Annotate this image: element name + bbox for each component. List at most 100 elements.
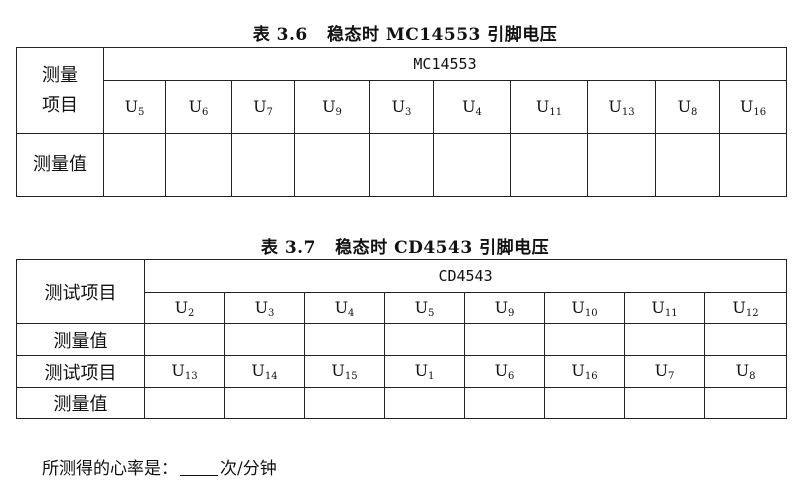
pin-header-row: U5 U6 U7 U9 U3 U4 U11 U13 U8 U16: [17, 80, 787, 134]
heart-rate-blank[interactable]: [180, 459, 218, 476]
value-cell[interactable]: [544, 387, 625, 419]
table-3-7-caption: 表 3.7 稳态时 CD4543 引脚电压: [260, 238, 550, 258]
pin-letter: U: [732, 297, 746, 317]
value-cell[interactable]: [703, 387, 788, 419]
pin-letter: U: [654, 361, 669, 380]
value-cell[interactable]: [384, 323, 465, 356]
value-row: 测量值: [16, 323, 788, 356]
pin-letter: U: [254, 297, 269, 317]
pin-number: 16: [753, 106, 767, 118]
pin-letter: U: [331, 361, 345, 380]
pin-label: U16: [719, 80, 787, 134]
pin-number: 3: [268, 307, 275, 319]
value-cell[interactable]: [464, 323, 545, 356]
pin-number: 8: [749, 371, 756, 382]
pin-number: 5: [428, 307, 435, 319]
value-cell[interactable]: [369, 133, 434, 197]
pin-letter: U: [571, 297, 585, 317]
pin-letter: U: [188, 96, 203, 116]
heart-rate-line: 所测得的心率是： 次/分钟: [42, 454, 277, 479]
pin-letter: U: [535, 96, 550, 116]
pin-label: U9: [464, 292, 545, 324]
pin-label: U8: [655, 80, 720, 134]
value-cell[interactable]: [165, 133, 232, 197]
pin-number: 11: [549, 106, 563, 118]
pin-label: U10: [544, 292, 625, 324]
value-cell[interactable]: [719, 133, 787, 197]
pin-letter: U: [391, 96, 406, 116]
pin-label: U11: [510, 80, 588, 134]
pin-label: U4: [433, 80, 511, 134]
measured-value-label: 测量值: [16, 133, 104, 197]
pin-letter: U: [494, 361, 509, 380]
pin-number: 16: [584, 371, 598, 382]
table-3-6-caption: 表 3.6 稳态时 MC14553 引脚电压: [252, 25, 558, 45]
measure-item-label-line1: 测量: [42, 64, 78, 86]
value-cell[interactable]: [224, 323, 305, 356]
value-cell[interactable]: [231, 133, 295, 197]
value-cell[interactable]: [624, 323, 705, 356]
pin-letter: U: [414, 361, 429, 380]
pin-number: 13: [184, 371, 198, 382]
pin-label: U3: [369, 80, 434, 134]
pin-number: 9: [508, 307, 515, 319]
measure-item-label: 测量 项目: [16, 47, 104, 134]
test-item-label: 测试项目: [16, 259, 145, 324]
pin-label: U13: [144, 355, 225, 388]
value-cell[interactable]: [624, 387, 705, 419]
pin-label: U5: [103, 80, 166, 134]
value-cell[interactable]: [304, 387, 385, 419]
pin-letter: U: [334, 297, 349, 317]
pin-number: 15: [344, 371, 358, 382]
pin-label: U5: [384, 292, 465, 324]
pin-letter: U: [174, 297, 189, 317]
value-cell[interactable]: [655, 133, 720, 197]
value-cell[interactable]: [144, 387, 225, 419]
pin-number: 6: [508, 371, 515, 382]
value-cell[interactable]: [510, 133, 588, 197]
pin-letter: U: [124, 96, 139, 116]
pin-label: U16: [544, 355, 625, 388]
pin-label: U13: [587, 80, 656, 134]
pin-letter: U: [171, 361, 185, 380]
value-cell[interactable]: [103, 133, 166, 197]
pin-letter: U: [608, 96, 622, 116]
cd4543-voltage-table: 测试项目 CD4543 U2 U3 U4 U5 U9 U10 U11 U12 测量值 测试项目…: [16, 259, 788, 419]
pin-number: 7: [266, 106, 273, 118]
measured-value-label: 测量值: [16, 387, 145, 419]
value-cell[interactable]: [384, 387, 465, 419]
value-cell[interactable]: [224, 387, 305, 419]
pin-letter: U: [322, 96, 336, 116]
value-cell[interactable]: [703, 323, 788, 356]
pin-letter: U: [494, 297, 509, 317]
pin-number: 2: [188, 307, 195, 319]
chip-name-header: CD4543: [143, 259, 788, 293]
pin-number: 14: [264, 371, 278, 382]
value-cell[interactable]: [144, 323, 225, 356]
pin-number: 13: [621, 106, 635, 118]
measure-item-label-line2: 项目: [42, 94, 78, 116]
value-cell[interactable]: [304, 323, 385, 356]
pin-letter: U: [677, 96, 692, 116]
pin-label: U9: [294, 80, 370, 134]
pin-letter: U: [571, 361, 585, 380]
pin-letter: U: [253, 96, 267, 116]
value-cell[interactable]: [544, 323, 625, 356]
pin-number: 10: [584, 307, 598, 319]
value-cell[interactable]: [464, 387, 545, 419]
pin-label: U6: [464, 355, 545, 388]
pin-label: U6: [165, 80, 232, 134]
pin-letter: U: [251, 361, 265, 380]
pin-label: U2: [144, 292, 225, 324]
value-cell[interactable]: [294, 133, 370, 197]
pin-label: U11: [624, 292, 705, 324]
value-cell[interactable]: [433, 133, 511, 197]
pin-letter: U: [462, 96, 476, 116]
pin-label: U1: [384, 355, 465, 388]
value-row: 测量值: [16, 387, 788, 419]
mc14553-voltage-table: 测量 项目 MC14553 U5 U6 U7 U9 U3 U4 U11 U13 U8 U16 测量…: [16, 47, 787, 197]
heart-rate-prefix: 所测得的心率是：: [42, 459, 178, 479]
pin-label: U3: [224, 292, 305, 324]
pin-number: 5: [138, 106, 145, 118]
value-cell[interactable]: [587, 133, 656, 197]
